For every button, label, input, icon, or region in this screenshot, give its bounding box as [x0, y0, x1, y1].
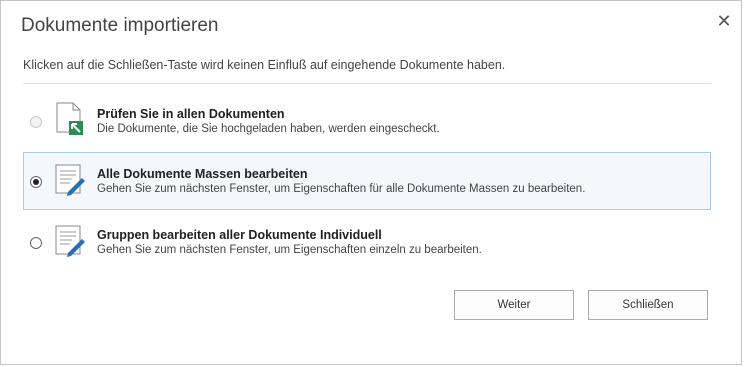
next-button[interactable]: Weiter [454, 290, 574, 320]
close-icon[interactable]: ✕ [714, 11, 734, 31]
option-title: Prüfen Sie in allen Dokumenten [97, 107, 285, 121]
document-checkin-icon [56, 102, 83, 135]
close-button[interactable]: Schließen [588, 290, 708, 320]
option-bulk-edit-all[interactable]: Alle Dokumente Massen bearbeiten Gehen S… [23, 152, 711, 210]
option-edit-individually[interactable]: Gruppen bearbeiten aller Dokumente Indiv… [23, 213, 711, 271]
option-subtitle: Die Dokumente, die Sie hochgeladen haben… [97, 123, 440, 135]
divider [23, 83, 711, 84]
radio-edit-individually[interactable] [30, 237, 42, 249]
option-title: Alle Dokumente Massen bearbeiten [97, 167, 308, 181]
import-documents-dialog: Dokumente importieren ✕ Klicken auf die … [0, 0, 742, 365]
dialog-description: Klicken auf die Schließen-Taste wird kei… [23, 58, 506, 72]
radio-check-in-all[interactable] [30, 116, 42, 128]
document-edit-icon [55, 164, 85, 196]
option-title: Gruppen bearbeiten aller Dokumente Indiv… [97, 228, 382, 242]
dialog-title: Dokumente importieren [21, 15, 219, 36]
document-edit-icon [55, 225, 85, 257]
radio-selected-dot [33, 179, 39, 185]
radio-bulk-edit-all[interactable] [30, 176, 42, 188]
option-subtitle: Gehen Sie zum nächsten Fenster, um Eigen… [97, 183, 586, 195]
option-check-in-all[interactable]: Prüfen Sie in allen Dokumenten Die Dokum… [23, 92, 711, 150]
option-subtitle: Gehen Sie zum nächsten Fenster, um Eigen… [97, 244, 482, 256]
